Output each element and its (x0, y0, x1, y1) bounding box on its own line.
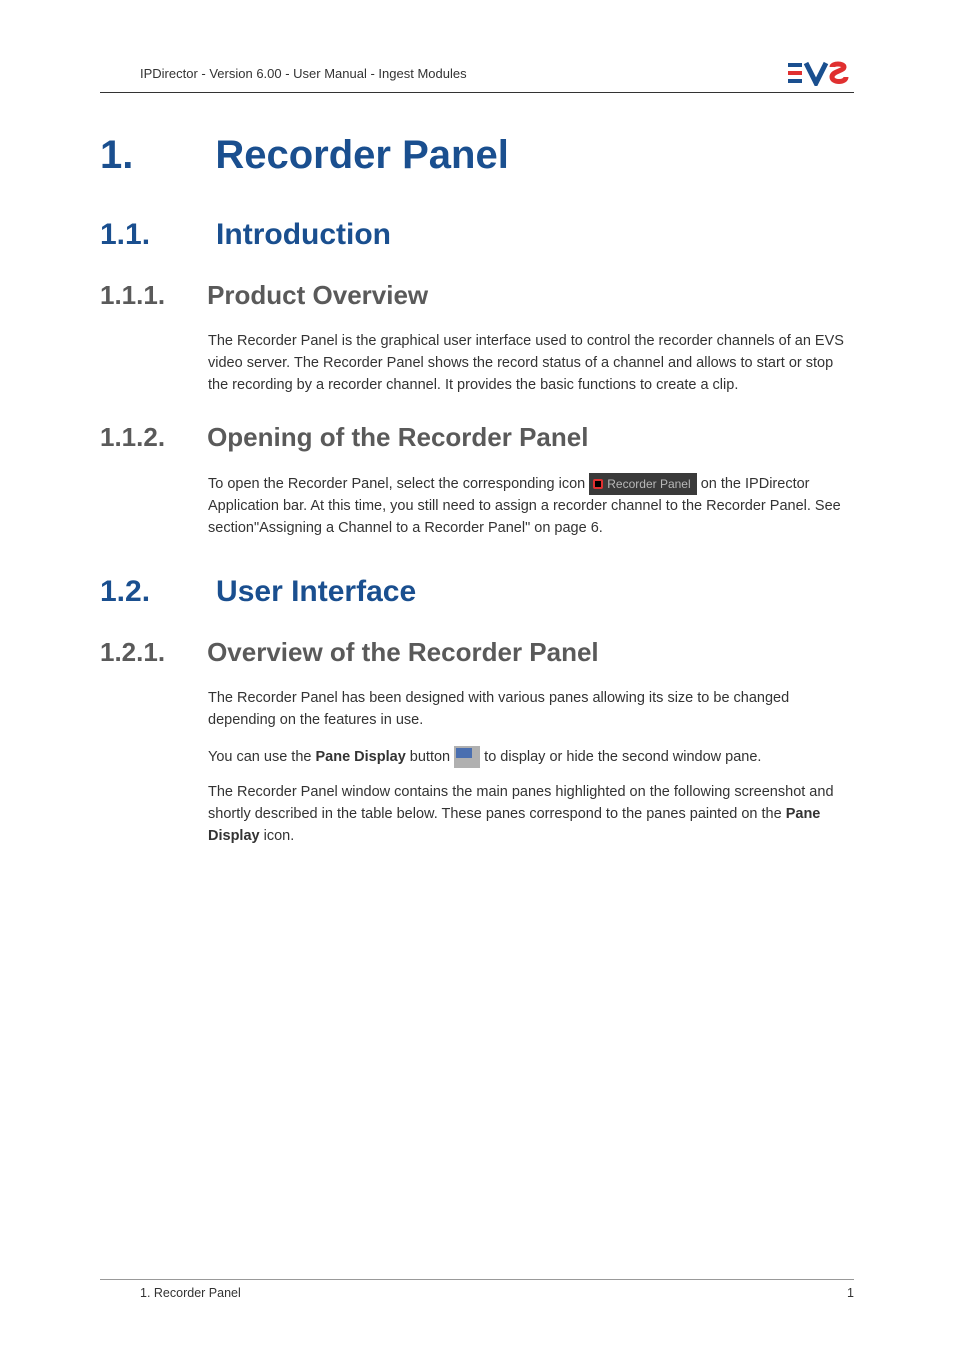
subsection-number: 1.2.1. (100, 637, 165, 668)
text-fragment: icon. (264, 828, 295, 844)
subsection-number: 1.1.2. (100, 422, 165, 453)
chapter-heading: 1. Recorder Panel (100, 133, 854, 178)
section-1-2-1-heading: 1.2.1. Overview of the Recorder Panel (100, 637, 854, 668)
body-paragraph: To open the Recorder Panel, select the c… (208, 473, 854, 539)
page-footer: 1. Recorder Panel 1 (100, 1279, 854, 1300)
icon-label: Recorder Panel (607, 475, 690, 493)
body-paragraph: The Recorder Panel window contains the m… (208, 782, 854, 847)
bold-text: Pane Display (316, 749, 406, 765)
header-breadcrumb: IPDirector - Version 6.00 - User Manual … (100, 66, 467, 81)
chapter-title: Recorder Panel (215, 133, 508, 178)
text-fragment: to display or hide the second window pan… (484, 749, 761, 765)
section-1-2-heading: 1.2. User Interface (100, 575, 854, 609)
section-title: User Interface (216, 575, 416, 609)
body-paragraph: The Recorder Panel is the graphical user… (208, 331, 854, 396)
body-paragraph: You can use the Pane Display button to d… (208, 746, 854, 769)
subsection-title: Opening of the Recorder Panel (207, 422, 588, 453)
section-1-1-1-heading: 1.1.1. Product Overview (100, 280, 854, 311)
subsection-title: Overview of the Recorder Panel (207, 637, 599, 668)
subsection-title: Product Overview (207, 280, 428, 311)
text-fragment: The Recorder Panel window contains the m… (208, 784, 834, 822)
text-fragment: button (410, 749, 454, 765)
record-icon (593, 479, 603, 489)
footer-section-name: 1. Recorder Panel (100, 1286, 241, 1300)
body-paragraph: The Recorder Panel has been designed wit… (208, 688, 854, 732)
text-fragment: You can use the (208, 749, 316, 765)
section-1-1-2-heading: 1.1.2. Opening of the Recorder Panel (100, 422, 854, 453)
chapter-number: 1. (100, 133, 133, 178)
subsection-number: 1.1.1. (100, 280, 165, 311)
document-page: IPDirector - Version 6.00 - User Manual … (0, 0, 954, 1350)
evs-logo (788, 60, 854, 86)
section-number: 1.2. (100, 575, 150, 609)
section-number: 1.1. (100, 218, 150, 252)
page-header: IPDirector - Version 6.00 - User Manual … (100, 60, 854, 93)
text-fragment: To open the Recorder Panel, select the c… (208, 476, 589, 492)
section-title: Introduction (216, 218, 391, 252)
page-number: 1 (847, 1286, 854, 1300)
pane-display-icon (454, 746, 480, 768)
section-1-1-heading: 1.1. Introduction (100, 218, 854, 252)
recorder-panel-button-icon: Recorder Panel (589, 473, 696, 495)
